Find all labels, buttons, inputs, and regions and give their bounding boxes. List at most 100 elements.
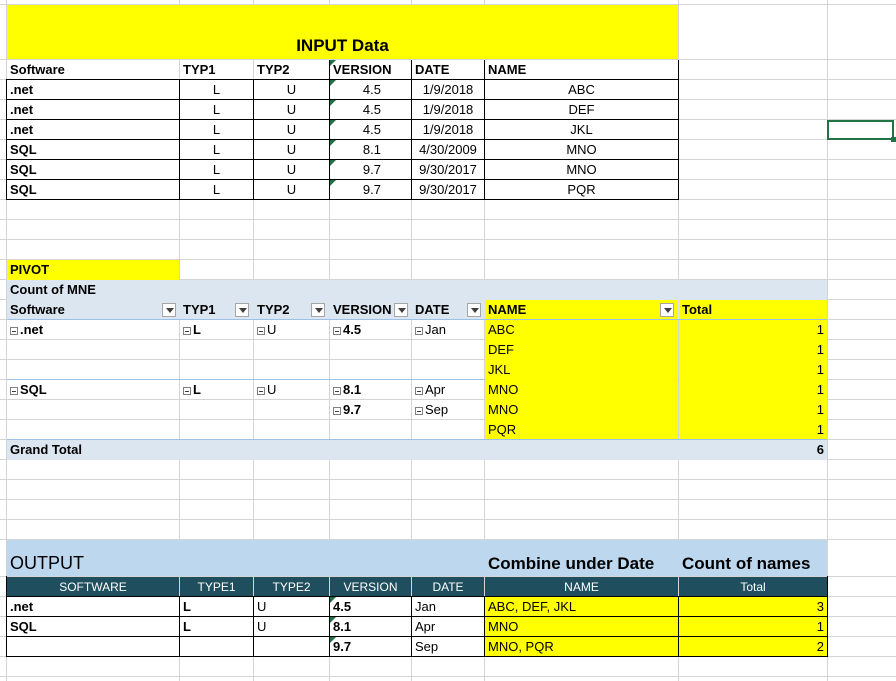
input-cell-typ2[interactable]: U	[254, 180, 329, 200]
output-cell-total[interactable]: 3	[679, 597, 827, 617]
input-cell-typ2[interactable]: U	[254, 160, 329, 180]
pivot-row-total[interactable]: 1	[679, 360, 827, 380]
output-cell-type2[interactable]	[254, 637, 329, 657]
input-cell-typ1[interactable]: L	[180, 80, 253, 100]
pivot-row-name[interactable]: ABC	[485, 320, 678, 340]
input-cell-version[interactable]: 4.5	[330, 100, 411, 120]
pivot-row-software[interactable]: .net	[7, 320, 179, 340]
input-cell-typ2[interactable]: U	[254, 120, 329, 140]
input-cell-name[interactable]: MNO	[485, 160, 678, 180]
output-cell-type1[interactable]: L	[180, 597, 253, 617]
input-cell-software[interactable]: SQL	[7, 180, 179, 200]
collapse-icon[interactable]	[333, 406, 341, 415]
output-header-type1[interactable]: TYPE1	[180, 577, 253, 597]
pivot-header-version[interactable]: VERSION	[330, 300, 394, 320]
input-cell-typ2[interactable]: U	[254, 100, 329, 120]
pivot-row-typ1[interactable]: L	[180, 320, 253, 340]
pivot-row-date[interactable]: Sep	[412, 400, 484, 420]
pivot-row-typ2[interactable]: U	[254, 320, 329, 340]
pivot-row-total[interactable]: 1	[679, 380, 827, 400]
output-cell-name[interactable]: MNO, PQR	[485, 637, 678, 657]
input-cell-date[interactable]: 1/9/2018	[412, 100, 484, 120]
collapse-icon[interactable]	[257, 326, 265, 335]
output-cell-date[interactable]: Apr	[412, 617, 484, 637]
output-cell-name[interactable]: ABC, DEF, JKL	[485, 597, 678, 617]
input-cell-software[interactable]: .net	[7, 120, 179, 140]
input-cell-typ1[interactable]: L	[180, 100, 253, 120]
input-cell-version[interactable]: 4.5	[330, 120, 411, 140]
pivot-row-total[interactable]: 1	[679, 320, 827, 340]
collapse-icon[interactable]	[415, 326, 423, 335]
output-cell-software[interactable]	[7, 637, 179, 657]
output-header-date[interactable]: DATE	[412, 577, 484, 597]
input-header-software[interactable]: Software	[7, 60, 179, 80]
output-cell-version[interactable]: 4.5	[330, 597, 411, 617]
fill-handle[interactable]	[891, 137, 896, 142]
input-cell-name[interactable]: ABC	[485, 80, 678, 100]
collapse-icon[interactable]	[415, 386, 423, 395]
output-cell-type2[interactable]: U	[254, 617, 329, 637]
collapse-icon[interactable]	[415, 406, 423, 415]
input-cell-software[interactable]: SQL	[7, 140, 179, 160]
collapse-icon[interactable]	[183, 386, 191, 395]
output-cell-date[interactable]: Jan	[412, 597, 484, 617]
collapse-icon[interactable]	[183, 326, 191, 335]
collapse-icon[interactable]	[10, 326, 18, 335]
output-header-type2[interactable]: TYPE2	[254, 577, 329, 597]
input-cell-name[interactable]: MNO	[485, 140, 678, 160]
output-header-software[interactable]: SOFTWARE	[7, 577, 179, 597]
pivot-row-name[interactable]: MNO	[485, 380, 678, 400]
date-filter-dropdown-icon[interactable]	[467, 303, 481, 317]
name-filter-dropdown-icon[interactable]	[660, 303, 674, 317]
pivot-header-typ1[interactable]: TYP1	[180, 300, 232, 320]
output-cell-total[interactable]: 2	[679, 637, 827, 657]
input-cell-name[interactable]: DEF	[485, 100, 678, 120]
output-cell-date[interactable]: Sep	[412, 637, 484, 657]
output-title[interactable]: OUTPUT	[7, 551, 179, 575]
version-filter-dropdown-icon[interactable]	[394, 303, 408, 317]
software-filter-dropdown-icon[interactable]	[162, 303, 176, 317]
pivot-row-total[interactable]: 1	[679, 420, 827, 440]
input-cell-typ2[interactable]: U	[254, 140, 329, 160]
input-cell-typ1[interactable]: L	[180, 160, 253, 180]
pivot-header-total[interactable]: Total	[679, 300, 827, 320]
input-cell-name[interactable]: PQR	[485, 180, 678, 200]
output-cell-name[interactable]: MNO	[485, 617, 678, 637]
pivot-title[interactable]: PIVOT	[7, 260, 179, 280]
pivot-header-typ2[interactable]: TYP2	[254, 300, 308, 320]
pivot-row-date[interactable]: Jan	[412, 320, 484, 340]
collapse-icon[interactable]	[10, 386, 18, 395]
output-cell-type1[interactable]: L	[180, 617, 253, 637]
collapse-icon[interactable]	[333, 386, 341, 395]
output-note-count[interactable]: Count of names	[679, 553, 827, 575]
input-header-name[interactable]: NAME	[485, 60, 678, 80]
typ2-filter-dropdown-icon[interactable]	[311, 303, 325, 317]
pivot-row-name[interactable]: DEF	[485, 340, 678, 360]
pivot-row-software[interactable]: SQL	[7, 380, 179, 400]
input-cell-name[interactable]: JKL	[485, 120, 678, 140]
pivot-grand-total-label[interactable]: Grand Total	[7, 440, 179, 460]
input-cell-date[interactable]: 4/30/2009	[412, 140, 484, 160]
pivot-row-version[interactable]: 9.7	[330, 400, 411, 420]
pivot-header-date[interactable]: DATE	[412, 300, 464, 320]
input-header-typ2[interactable]: TYP2	[254, 60, 329, 80]
pivot-row-typ1[interactable]: L	[180, 380, 253, 400]
input-cell-typ1[interactable]: L	[180, 120, 253, 140]
input-cell-version[interactable]: 9.7	[330, 180, 411, 200]
input-header-typ1[interactable]: TYP1	[180, 60, 253, 80]
pivot-grand-total-value[interactable]: 6	[679, 440, 827, 460]
input-cell-date[interactable]: 9/30/2017	[412, 160, 484, 180]
input-header-date[interactable]: DATE	[412, 60, 484, 80]
input-cell-date[interactable]: 1/9/2018	[412, 120, 484, 140]
output-cell-type2[interactable]: U	[254, 597, 329, 617]
input-cell-software[interactable]: .net	[7, 100, 179, 120]
output-header-total[interactable]: Total	[679, 577, 827, 597]
input-cell-typ1[interactable]: L	[180, 180, 253, 200]
input-cell-version[interactable]: 4.5	[330, 80, 411, 100]
pivot-header-name[interactable]: NAME	[485, 300, 678, 320]
input-cell-version[interactable]: 8.1	[330, 140, 411, 160]
output-header-version[interactable]: VERSION	[330, 577, 411, 597]
typ1-filter-dropdown-icon[interactable]	[235, 303, 249, 317]
input-cell-software[interactable]: SQL	[7, 160, 179, 180]
pivot-row-typ2[interactable]: U	[254, 380, 329, 400]
